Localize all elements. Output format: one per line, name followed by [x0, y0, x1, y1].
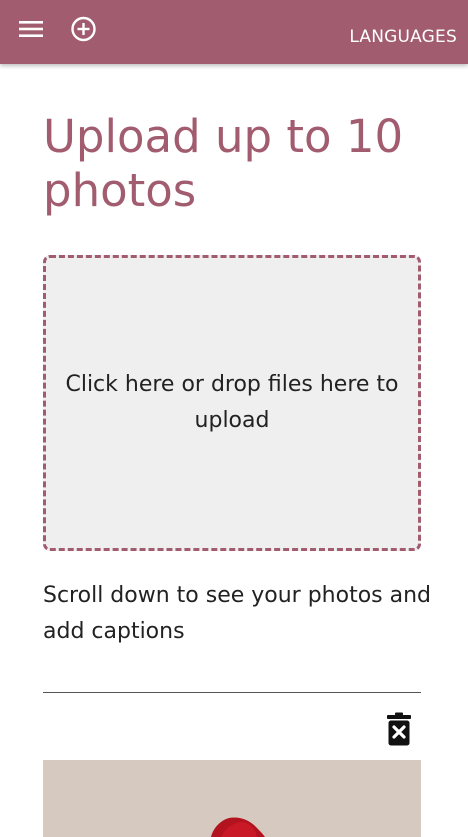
section-divider — [43, 692, 421, 693]
page-title: Upload up to 10 photos — [43, 110, 404, 217]
delete-trash-icon — [387, 712, 411, 746]
dropzone-label: Click here or drop files here to upload — [65, 372, 399, 433]
add-photo-button[interactable] — [68, 14, 100, 46]
hamburger-menu-icon — [19, 21, 43, 37]
uploaded-photo — [43, 760, 421, 837]
scroll-hint: Scroll down to see your photos and add c… — [43, 583, 432, 644]
photo-preview-image — [43, 760, 421, 837]
menu-button[interactable] — [16, 14, 48, 44]
add-circle-icon — [71, 16, 96, 42]
upload-dropzone[interactable]: Click here or drop files here to upload — [43, 255, 421, 551]
delete-photo-button[interactable] — [386, 712, 412, 746]
top-app-bar: LANGUAGES — [0, 0, 468, 64]
languages-button[interactable]: LANGUAGES — [349, 27, 457, 47]
